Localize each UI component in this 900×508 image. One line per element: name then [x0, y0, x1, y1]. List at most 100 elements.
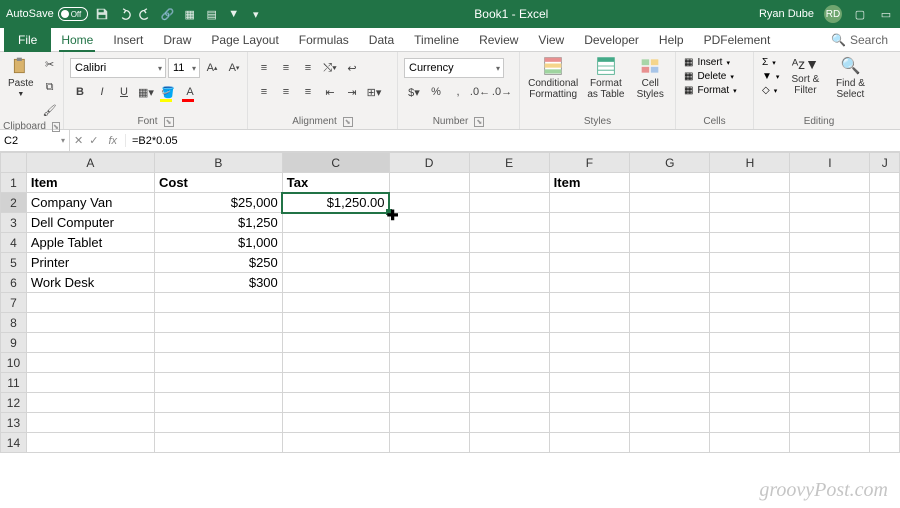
tab-draw[interactable]: Draw — [153, 28, 201, 52]
avatar[interactable]: RD — [824, 5, 842, 23]
autosave-toggle[interactable]: AutoSave Off — [6, 7, 88, 21]
tab-home[interactable]: Home — [51, 28, 103, 52]
cell-I10[interactable] — [790, 353, 870, 373]
tab-developer[interactable]: Developer — [574, 28, 649, 52]
spreadsheet-grid[interactable]: A B C D E F G H I J 1ItemCostTaxItem2Com… — [0, 152, 900, 453]
sort-filter-button[interactable]: ᴬᴢ▼ Sort & Filter — [785, 54, 825, 98]
grid-icon[interactable]: ▦ — [182, 6, 198, 22]
name-box[interactable]: C2 — [0, 130, 70, 151]
cell-J14[interactable] — [870, 433, 900, 453]
cell-I12[interactable] — [790, 393, 870, 413]
row-header-7[interactable]: 7 — [1, 293, 27, 313]
cell-E8[interactable] — [469, 313, 549, 333]
cell-D14[interactable] — [389, 433, 469, 453]
cell-D3[interactable] — [389, 213, 469, 233]
cell-G11[interactable] — [630, 373, 710, 393]
cell-J1[interactable] — [870, 173, 900, 193]
align-center-icon[interactable]: ≡ — [276, 82, 296, 102]
delete-cells-button[interactable]: ▦Delete▾ — [682, 70, 739, 83]
format-painter-icon[interactable]: 🖌 — [40, 100, 60, 120]
formula-input[interactable]: =B2*0.05 — [126, 135, 900, 147]
row-header-12[interactable]: 12 — [1, 393, 27, 413]
cell-H2[interactable] — [710, 193, 790, 213]
tab-timeline[interactable]: Timeline — [404, 28, 469, 52]
cell-H5[interactable] — [710, 253, 790, 273]
tab-help[interactable]: Help — [649, 28, 694, 52]
cell-I1[interactable] — [790, 173, 870, 193]
cell-A10[interactable] — [26, 353, 154, 373]
cell-F8[interactable] — [549, 313, 630, 333]
tab-page-layout[interactable]: Page Layout — [201, 28, 288, 52]
cell-G10[interactable] — [630, 353, 710, 373]
cell-C12[interactable] — [282, 393, 389, 413]
cell-D6[interactable] — [389, 273, 469, 293]
font-color-icon[interactable]: A — [180, 82, 200, 102]
cell-B14[interactable] — [154, 433, 282, 453]
number-format-select[interactable]: Currency — [404, 58, 504, 78]
cell-H3[interactable] — [710, 213, 790, 233]
cell-H7[interactable] — [710, 293, 790, 313]
cell-B5[interactable]: $250 — [154, 253, 282, 273]
cell-A14[interactable] — [26, 433, 154, 453]
enter-formula-icon[interactable]: ✓ — [89, 134, 98, 147]
row-header-10[interactable]: 10 — [1, 353, 27, 373]
align-right-icon[interactable]: ≡ — [298, 82, 318, 102]
select-all-corner[interactable] — [1, 153, 27, 173]
tab-file[interactable]: File — [4, 28, 51, 52]
tab-view[interactable]: View — [528, 28, 574, 52]
cell-C11[interactable] — [282, 373, 389, 393]
decrease-indent-icon[interactable]: ⇤ — [320, 82, 340, 102]
cell-J7[interactable] — [870, 293, 900, 313]
cell-E2[interactable] — [469, 193, 549, 213]
cell-B12[interactable] — [154, 393, 282, 413]
cell-I13[interactable] — [790, 413, 870, 433]
cell-F10[interactable] — [549, 353, 630, 373]
row-header-3[interactable]: 3 — [1, 213, 27, 233]
row-header-14[interactable]: 14 — [1, 433, 27, 453]
cell-B3[interactable]: $1,250 — [154, 213, 282, 233]
merge-center-icon[interactable]: ⊞▾ — [364, 82, 384, 102]
cell-I3[interactable] — [790, 213, 870, 233]
bold-button[interactable]: B — [70, 82, 90, 102]
cell-I4[interactable] — [790, 233, 870, 253]
cell-J8[interactable] — [870, 313, 900, 333]
cell-E11[interactable] — [469, 373, 549, 393]
fill-button[interactable]: ▼▾ — [760, 70, 781, 83]
user-name[interactable]: Ryan Dube — [759, 8, 814, 20]
cell-F9[interactable] — [549, 333, 630, 353]
cell-A6[interactable]: Work Desk — [26, 273, 154, 293]
cell-E10[interactable] — [469, 353, 549, 373]
cell-H8[interactable] — [710, 313, 790, 333]
font-dialog-icon[interactable]: ⬊ — [164, 117, 174, 127]
qat-more-icon[interactable]: ▾ — [248, 6, 264, 22]
cell-A7[interactable] — [26, 293, 154, 313]
cell-B10[interactable] — [154, 353, 282, 373]
cell-B9[interactable] — [154, 333, 282, 353]
cell-I9[interactable] — [790, 333, 870, 353]
cell-F13[interactable] — [549, 413, 630, 433]
cell-J6[interactable] — [870, 273, 900, 293]
cell-J4[interactable] — [870, 233, 900, 253]
find-select-button[interactable]: 🔍 Find & Select — [829, 54, 871, 102]
cell-D11[interactable] — [389, 373, 469, 393]
cell-D2[interactable] — [389, 193, 469, 213]
cell-G4[interactable] — [630, 233, 710, 253]
col-header-C[interactable]: C — [282, 153, 389, 173]
shrink-font-icon[interactable]: A▾ — [224, 58, 244, 78]
cell-E7[interactable] — [469, 293, 549, 313]
cell-D1[interactable] — [389, 173, 469, 193]
col-header-I[interactable]: I — [790, 153, 870, 173]
save-icon[interactable] — [94, 6, 110, 22]
align-middle-icon[interactable]: ≡ — [276, 58, 296, 78]
paste-button[interactable]: Paste ▼ — [6, 54, 36, 100]
search-box[interactable]: 🔍 Search — [831, 33, 900, 47]
cell-C4[interactable] — [282, 233, 389, 253]
cell-styles-button[interactable]: Cell Styles — [631, 54, 669, 102]
increase-indent-icon[interactable]: ⇥ — [342, 82, 362, 102]
col-header-E[interactable]: E — [469, 153, 549, 173]
cell-E4[interactable] — [469, 233, 549, 253]
cell-B6[interactable]: $300 — [154, 273, 282, 293]
row-header-9[interactable]: 9 — [1, 333, 27, 353]
cell-D10[interactable] — [389, 353, 469, 373]
tab-data[interactable]: Data — [359, 28, 404, 52]
